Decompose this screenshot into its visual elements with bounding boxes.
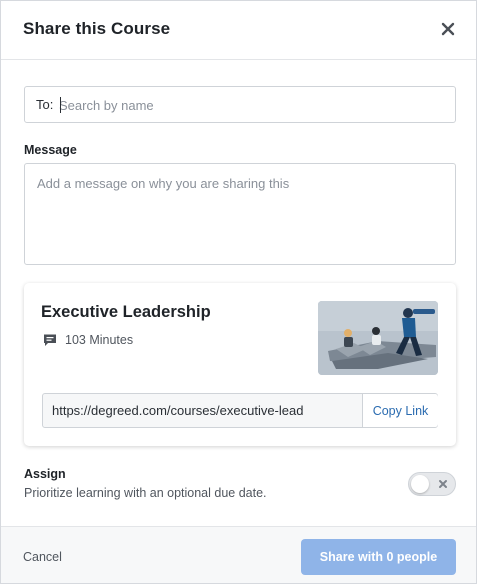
share-button[interactable]: Share with 0 people — [301, 539, 456, 575]
course-link-row: Copy Link — [42, 393, 438, 428]
text-cursor — [60, 97, 61, 113]
toggle-knob — [411, 475, 429, 493]
recipients-search-input[interactable] — [59, 94, 439, 116]
message-textarea[interactable] — [24, 163, 456, 265]
dialog-header: Share this Course — [1, 1, 476, 60]
chat-bubble-icon — [42, 332, 58, 348]
assign-title: Assign — [24, 467, 66, 481]
assign-description: Prioritize learning with an optional due… — [24, 486, 267, 500]
course-url-field[interactable] — [43, 394, 363, 427]
recipients-label: To: — [36, 97, 54, 112]
copy-link-button[interactable]: Copy Link — [362, 394, 438, 427]
message-label: Message — [24, 143, 77, 157]
course-card: Executive Leadership 103 Minutes https:/… — [24, 283, 456, 446]
toggle-off-icon — [435, 476, 451, 492]
course-duration: 103 Minutes — [65, 333, 134, 347]
course-title: Executive Leadership — [41, 303, 211, 321]
cancel-button[interactable]: Cancel — [23, 550, 62, 564]
share-course-dialog: Share this Course To: Message Executive … — [0, 0, 477, 584]
dialog-title: Share this Course — [23, 19, 171, 38]
course-thumbnail — [318, 301, 438, 375]
recipients-field[interactable]: To: — [24, 86, 456, 123]
close-icon[interactable] — [439, 20, 457, 38]
dialog-footer: Cancel Share with 0 people — [1, 526, 476, 583]
assign-toggle[interactable] — [408, 472, 456, 496]
